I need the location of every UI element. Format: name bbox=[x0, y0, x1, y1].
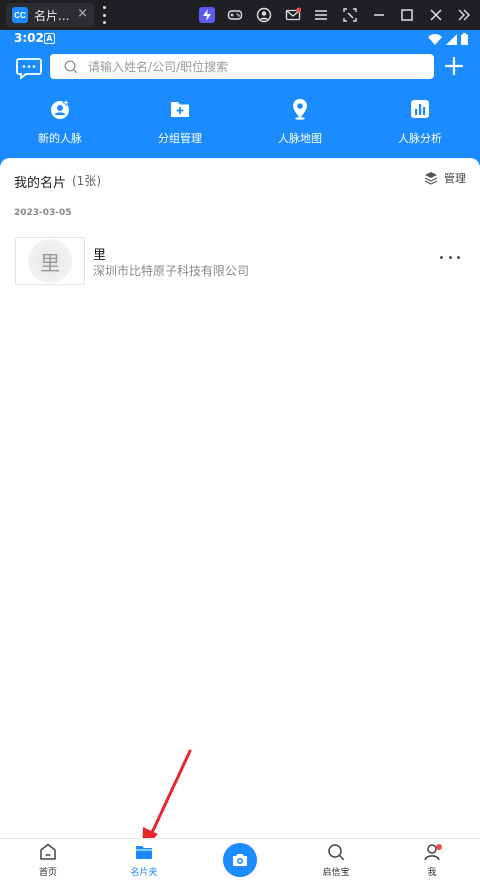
quick-action-label: 人脉地图 bbox=[278, 132, 322, 145]
quick-action-group-manage[interactable]: 分组管理 bbox=[120, 98, 240, 146]
cards-content: 我的名片 (1张) 管理 2023-03-05 里 里 深圳市比特原子科技有限公… bbox=[0, 158, 480, 838]
quick-action-contacts-map[interactable]: 人脉地图 bbox=[240, 98, 360, 146]
analytics-chart-icon bbox=[411, 100, 429, 118]
add-plus-icon[interactable] bbox=[444, 56, 464, 76]
home-icon bbox=[40, 843, 56, 860]
notification-badge bbox=[436, 844, 442, 850]
app-logo-icon: CC bbox=[12, 7, 28, 23]
manage-button[interactable]: 管理 bbox=[424, 170, 466, 186]
section-title: 我的名片 bbox=[14, 176, 67, 191]
card-folder-icon bbox=[136, 846, 152, 859]
account-circle-icon[interactable] bbox=[256, 7, 272, 23]
emulator-tab-title: 名片... bbox=[34, 8, 70, 23]
quick-action-label: 人脉分析 bbox=[398, 132, 442, 145]
date-group-label: 2023-03-05 bbox=[14, 208, 72, 218]
minimize-icon[interactable] bbox=[371, 7, 387, 23]
cell-signal-icon bbox=[446, 33, 457, 45]
mail-icon[interactable] bbox=[285, 7, 301, 23]
nav-tab-card-folder[interactable]: 名片夹 bbox=[114, 842, 174, 878]
emulator-tab[interactable]: CC 名片... × bbox=[6, 3, 94, 27]
search-icon bbox=[328, 844, 345, 861]
card-list-item[interactable]: 里 里 深圳市比特原子科技有限公司 bbox=[0, 234, 480, 290]
layers-icon bbox=[424, 172, 438, 185]
wifi-icon bbox=[428, 33, 442, 45]
quick-action-new-contacts[interactable]: 新的人脉 bbox=[0, 98, 120, 146]
search-bar[interactable] bbox=[50, 54, 434, 79]
card-avatar: 里 bbox=[28, 239, 72, 283]
kebab-menu-icon[interactable] bbox=[101, 6, 107, 24]
search-input[interactable] bbox=[88, 59, 418, 74]
message-icon[interactable] bbox=[16, 57, 42, 80]
camera-icon bbox=[233, 854, 247, 866]
nav-label: 我 bbox=[427, 868, 437, 878]
status-bar: 3:02 A bbox=[0, 30, 480, 48]
tab-close-icon[interactable]: × bbox=[77, 6, 88, 21]
map-pin-icon bbox=[293, 99, 307, 120]
notification-a-icon: A bbox=[44, 33, 55, 44]
card-company: 深圳市比特原子科技有限公司 bbox=[93, 264, 250, 278]
quick-action-label: 分组管理 bbox=[158, 132, 202, 145]
nav-label: 名片夹 bbox=[130, 868, 158, 878]
search-icon bbox=[64, 59, 78, 73]
nav-tab-qixinbao[interactable]: 启信宝 bbox=[306, 842, 366, 878]
card-name: 里 bbox=[93, 248, 107, 263]
manage-label: 管理 bbox=[444, 172, 466, 185]
card-thumbnail[interactable]: 里 bbox=[15, 237, 85, 285]
status-icons bbox=[428, 33, 468, 45]
camera-scan-button[interactable] bbox=[223, 843, 257, 877]
window-close-icon[interactable] bbox=[428, 7, 444, 23]
maximize-icon[interactable] bbox=[399, 7, 415, 23]
double-chevron-right-icon[interactable] bbox=[456, 7, 472, 23]
group-folder-icon bbox=[171, 102, 189, 117]
quick-actions-row: 新的人脉 分组管理 人脉地图 人脉分析 bbox=[0, 98, 480, 146]
app-header: 新的人脉 分组管理 人脉地图 人脉分析 bbox=[0, 48, 480, 168]
battery-icon bbox=[461, 33, 468, 45]
more-options-icon[interactable] bbox=[440, 254, 460, 260]
nav-label: 首页 bbox=[38, 868, 57, 878]
emulator-title-bar: CC 名片... × bbox=[0, 0, 480, 30]
hamburger-menu-icon[interactable] bbox=[313, 7, 329, 23]
screenshot-crop-icon[interactable] bbox=[342, 7, 358, 23]
quick-action-analytics[interactable]: 人脉分析 bbox=[360, 98, 480, 146]
nav-label: 启信宝 bbox=[322, 868, 350, 878]
nav-tab-me[interactable]: 我 bbox=[402, 842, 462, 878]
new-contacts-icon bbox=[51, 98, 71, 119]
quick-action-label: 新的人脉 bbox=[38, 132, 82, 145]
nav-tab-home[interactable]: 首页 bbox=[18, 842, 78, 878]
gamepad-icon[interactable] bbox=[227, 7, 243, 23]
lightning-boost-icon[interactable] bbox=[199, 7, 215, 23]
status-time: 3:02 bbox=[14, 31, 44, 45]
card-count: (1张) bbox=[72, 174, 101, 188]
bottom-navigation: 首页 名片夹 启信宝 我 bbox=[0, 838, 480, 880]
